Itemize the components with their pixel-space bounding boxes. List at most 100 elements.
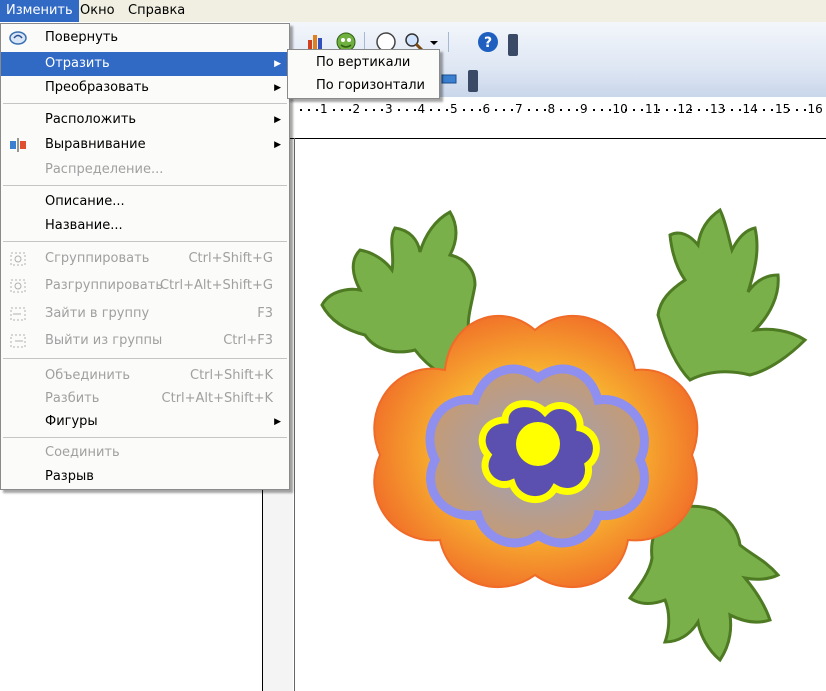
rotate-icon [9, 30, 27, 46]
ruler-tick [706, 109, 708, 111]
ruler-tick [316, 109, 318, 111]
menu-item-convert[interactable]: Преобразовать ▶ [1, 76, 289, 100]
ruler-label: 4 [417, 102, 426, 116]
menu-item-shapes[interactable]: Фигуры ▶ [1, 410, 289, 434]
flower-center [516, 422, 560, 466]
ruler-tick [690, 109, 692, 111]
ruler-tick [348, 109, 351, 111]
leaf-top-right [656, 207, 808, 382]
ruler-tick [665, 109, 668, 111]
ruler-tick [592, 109, 595, 111]
ruler-tick [446, 109, 448, 111]
help-icon[interactable]: ? [476, 30, 500, 54]
ruler-label: 6 [482, 102, 491, 116]
menu-item-arrange[interactable]: Расположить ▶ [1, 108, 289, 132]
ruler-label: 9 [580, 102, 588, 116]
ruler-label: 5 [450, 102, 458, 116]
ruler-tick [576, 109, 578, 111]
submenu-arrow-icon: ▶ [274, 417, 281, 427]
ruler-label: 16 [807, 102, 823, 116]
ruler-tick [373, 109, 375, 111]
ruler-tick [795, 109, 798, 111]
menu-item-combine[interactable]: Объединить Ctrl+Shift+K [1, 364, 289, 388]
menu-window[interactable]: Окно [74, 0, 121, 22]
submenu-arrow-icon: ▶ [274, 140, 281, 150]
ruler-tick [405, 109, 408, 111]
menu-item-enter-group[interactable]: Зайти в группу F3 [1, 302, 289, 326]
group-icon [9, 251, 27, 267]
page-border-inner [294, 138, 295, 691]
exit-group-icon [9, 333, 27, 349]
ruler-tick [478, 109, 481, 111]
ruler-label: 1 [320, 102, 328, 116]
flower-drawing[interactable] [300, 180, 826, 680]
menu-item-description[interactable]: Описание... [1, 190, 289, 214]
ruler-tick [381, 109, 383, 111]
menu-edit[interactable]: Изменить [0, 0, 79, 22]
ruler-tick [340, 109, 343, 111]
menu-item-break[interactable]: Разрыв [1, 465, 289, 489]
ruler-tick [308, 109, 310, 111]
ruler-tick [641, 109, 643, 111]
ruler-tick [600, 109, 603, 111]
ruler-tick [511, 109, 513, 111]
enter-group-icon [9, 306, 27, 322]
menu-item-exit-group[interactable]: Выйти из группы Ctrl+F3 [1, 329, 289, 353]
ruler-tick [673, 109, 676, 111]
page-border-top [262, 138, 826, 139]
shape-icon[interactable] [438, 66, 462, 90]
ruler-tick [730, 109, 733, 111]
ruler-tick [365, 109, 367, 111]
ruler-tick [332, 109, 335, 111]
ruler-tick [535, 109, 538, 111]
ruler-tick [633, 109, 635, 111]
menu-bar: Изменить Окно Справка [0, 0, 826, 22]
menu-item-group[interactable]: Сгруппировать Ctrl+Shift+G [1, 247, 289, 271]
ruler-tick [698, 109, 700, 111]
toolbar-options-icon[interactable] [508, 34, 518, 56]
ruler-tick [560, 109, 562, 111]
ruler-tick [722, 109, 725, 111]
ruler-tick [787, 109, 790, 111]
submenu-item-vertical[interactable]: По вертикали [288, 51, 439, 74]
menu-item-distribution[interactable]: Распределение... [1, 158, 289, 182]
ruler-tick [470, 109, 473, 111]
ruler-label: 3 [385, 102, 393, 116]
ruler-tick [738, 109, 741, 111]
ruler-tick [495, 109, 497, 111]
ruler-tick [397, 109, 400, 111]
ruler-tick [763, 109, 765, 111]
submenu-item-horizontal[interactable]: По горизонтали [288, 74, 439, 97]
ruler-tick [608, 109, 611, 111]
ruler-tick [503, 109, 505, 111]
menu-item-ungroup[interactable]: Разгруппировать Ctrl+Alt+Shift+G [1, 274, 289, 298]
menu-item-flip[interactable]: Отразить ▶ [1, 52, 289, 76]
menu-item-split[interactable]: Разбить Ctrl+Alt+Shift+K [1, 387, 289, 411]
ruler-label: 2 [352, 102, 361, 116]
ruler-tick [803, 109, 806, 111]
ruler-tick [438, 109, 440, 111]
ruler-tick [413, 109, 416, 111]
menu-item-connect[interactable]: Соединить [1, 441, 289, 465]
menu-item-alignment[interactable]: Выравнивание ▶ [1, 133, 289, 157]
menu-item-name[interactable]: Название... [1, 214, 289, 238]
ruler-tick [527, 109, 530, 111]
ruler-tick [568, 109, 570, 111]
flip-submenu: По вертикали По горизонтали [287, 49, 440, 99]
ruler-label: 7 [515, 102, 523, 116]
ruler-tick [771, 109, 773, 111]
submenu-arrow-icon: ▶ [274, 59, 281, 69]
ruler-tick [462, 109, 465, 111]
svg-text:?: ? [484, 35, 492, 51]
submenu-arrow-icon: ▶ [274, 83, 281, 93]
submenu-arrow-icon: ▶ [274, 115, 281, 125]
menu-help[interactable]: Справка [122, 0, 191, 22]
ungroup-icon [9, 278, 27, 294]
ruler-tick [430, 109, 432, 111]
ruler-tick [300, 109, 302, 111]
ruler-label: 8 [547, 102, 556, 116]
ruler-tick [755, 109, 757, 111]
horizontal-ruler: 1 2 3 4 5 6 7 8 9 10 11 12 13 14 15 16 [290, 97, 826, 124]
menu-item-rotate[interactable]: Повернуть [1, 26, 289, 50]
toolbar-secondary-options-icon[interactable] [468, 70, 478, 92]
